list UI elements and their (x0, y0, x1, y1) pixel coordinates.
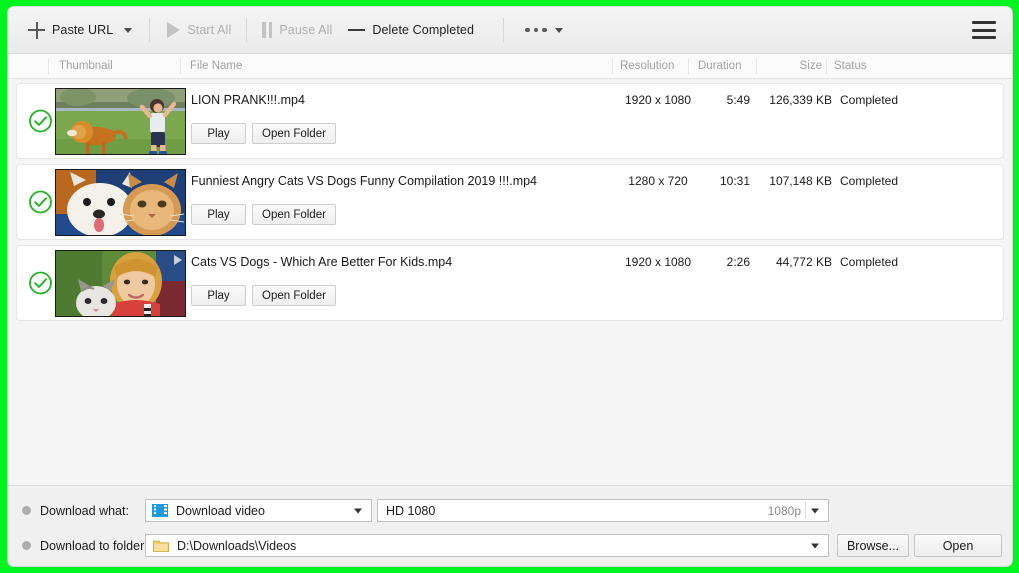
toolbar-divider (503, 18, 505, 42)
more-options-button[interactable] (518, 15, 570, 45)
download-what-row: Download what: Download video HD 1080 10… (8, 499, 1012, 522)
size-value: 107,148 KB (769, 174, 832, 188)
duration-value: 5:49 (726, 93, 750, 107)
pause-all-label: Pause All (279, 23, 333, 37)
download-list[interactable]: LION PRANK!!!.mp4 1920 x 1080 5:49 126,3… (8, 79, 1012, 485)
row-actions: Play Open Folder (191, 285, 336, 306)
toolbar-divider (246, 18, 248, 42)
delete-completed-button[interactable]: Delete Completed (341, 15, 481, 45)
download-to-folder-label: Download to folder: (40, 538, 148, 553)
check-circle-icon (28, 271, 53, 296)
minus-icon (348, 28, 366, 32)
thumbnail-image[interactable] (55, 250, 186, 317)
row-actions: Play Open Folder (191, 123, 336, 144)
column-divider (756, 58, 757, 74)
column-header-resolution[interactable]: Resolution (620, 60, 674, 72)
plus-icon (28, 21, 45, 39)
folder-path-value: D:\Downloads\Videos (177, 538, 297, 553)
chevron-down-icon[interactable] (811, 543, 819, 548)
quality-value: HD 1080 (386, 503, 436, 518)
resolution-value: 1920 x 1080 (624, 255, 692, 269)
play-icon (167, 22, 181, 38)
column-header-thumbnail[interactable]: Thumbnail (59, 60, 113, 72)
open-folder-button[interactable]: Open Folder (252, 204, 336, 225)
size-value: 126,339 KB (769, 93, 832, 107)
pause-all-button[interactable]: Pause All (255, 15, 339, 45)
resolution-value: 1920 x 1080 (624, 93, 692, 107)
start-all-label: Start All (187, 23, 232, 37)
column-header-status[interactable]: Status (834, 60, 867, 72)
file-name-label: Cats VS Dogs - Which Are Better For Kids… (191, 255, 453, 269)
column-divider (180, 58, 181, 74)
browse-button[interactable]: Browse... (837, 534, 909, 557)
folder-icon (153, 539, 169, 552)
chevron-down-icon[interactable] (811, 508, 819, 513)
open-folder-button[interactable]: Open Folder (252, 123, 336, 144)
toolbar-divider (149, 18, 151, 42)
chevron-down-icon[interactable] (554, 27, 563, 33)
paste-url-label: Paste URL (52, 23, 114, 37)
check-circle-icon (28, 190, 53, 215)
resolution-value: 1280 x 720 (628, 174, 688, 188)
duration-value: 2:26 (726, 255, 750, 269)
open-button[interactable]: Open (914, 534, 1002, 557)
open-folder-button[interactable]: Open Folder (252, 285, 336, 306)
table-row[interactable]: Cats VS Dogs - Which Are Better For Kids… (16, 245, 1004, 321)
chevron-down-icon[interactable] (354, 508, 362, 513)
bullet-icon (22, 506, 31, 515)
row-actions: Play Open Folder (191, 204, 336, 225)
duration-value: 10:31 (719, 174, 750, 188)
column-divider (826, 58, 827, 74)
download-folder-row: Download to folder: D:\Downloads\Videos … (8, 534, 1012, 557)
download-what-select[interactable]: Download video (145, 499, 372, 522)
hamburger-menu-icon[interactable] (972, 21, 996, 39)
chevron-down-icon[interactable] (124, 27, 133, 33)
delete-completed-label: Delete Completed (372, 23, 475, 37)
column-header-size[interactable]: Size (777, 60, 822, 72)
paste-url-button[interactable]: Paste URL (21, 15, 139, 45)
status-value: Completed (840, 93, 899, 107)
table-row[interactable]: LION PRANK!!!.mp4 1920 x 1080 5:49 126,3… (16, 83, 1004, 159)
column-header-filename[interactable]: File Name (190, 60, 242, 72)
combo-divider (805, 502, 806, 519)
column-header-row: Thumbnail File Name Resolution Duration … (8, 54, 1012, 79)
column-divider (688, 58, 689, 74)
download-what-value: Download video (176, 503, 265, 518)
play-button[interactable]: Play (191, 123, 246, 144)
film-strip-icon (152, 504, 168, 517)
check-circle-icon (28, 109, 53, 134)
status-value: Completed (840, 255, 899, 269)
download-what-label: Download what: (40, 503, 129, 518)
bullet-icon (22, 541, 31, 550)
ellipsis-icon (525, 27, 547, 33)
column-divider (48, 58, 49, 74)
table-row[interactable]: Funniest Angry Cats VS Dogs Funny Compil… (16, 164, 1004, 240)
folder-path-select[interactable]: D:\Downloads\Videos (145, 534, 829, 557)
column-header-duration[interactable]: Duration (698, 60, 741, 72)
column-divider (612, 58, 613, 74)
start-all-button[interactable]: Start All (160, 15, 238, 45)
size-value: 44,772 KB (775, 255, 832, 269)
play-button[interactable]: Play (191, 285, 246, 306)
file-name-label: LION PRANK!!!.mp4 (191, 93, 305, 107)
quality-resolution-value: 1080p (767, 503, 801, 518)
status-value: Completed (840, 174, 899, 188)
quality-select[interactable]: HD 1080 1080p (377, 499, 829, 522)
play-button[interactable]: Play (191, 204, 246, 225)
highlight-frame: Paste URL Start All Pause All Delete Com… (0, 0, 1019, 573)
thumbnail-image[interactable] (55, 169, 186, 236)
thumbnail-image[interactable] (55, 88, 186, 155)
main-toolbar: Paste URL Start All Pause All Delete Com… (8, 7, 1012, 54)
download-settings-panel: Download what: Download video HD 1080 10… (8, 485, 1012, 566)
pause-icon (262, 22, 273, 38)
file-name-label: Funniest Angry Cats VS Dogs Funny Compil… (191, 174, 538, 188)
application-window: Paste URL Start All Pause All Delete Com… (7, 6, 1013, 567)
